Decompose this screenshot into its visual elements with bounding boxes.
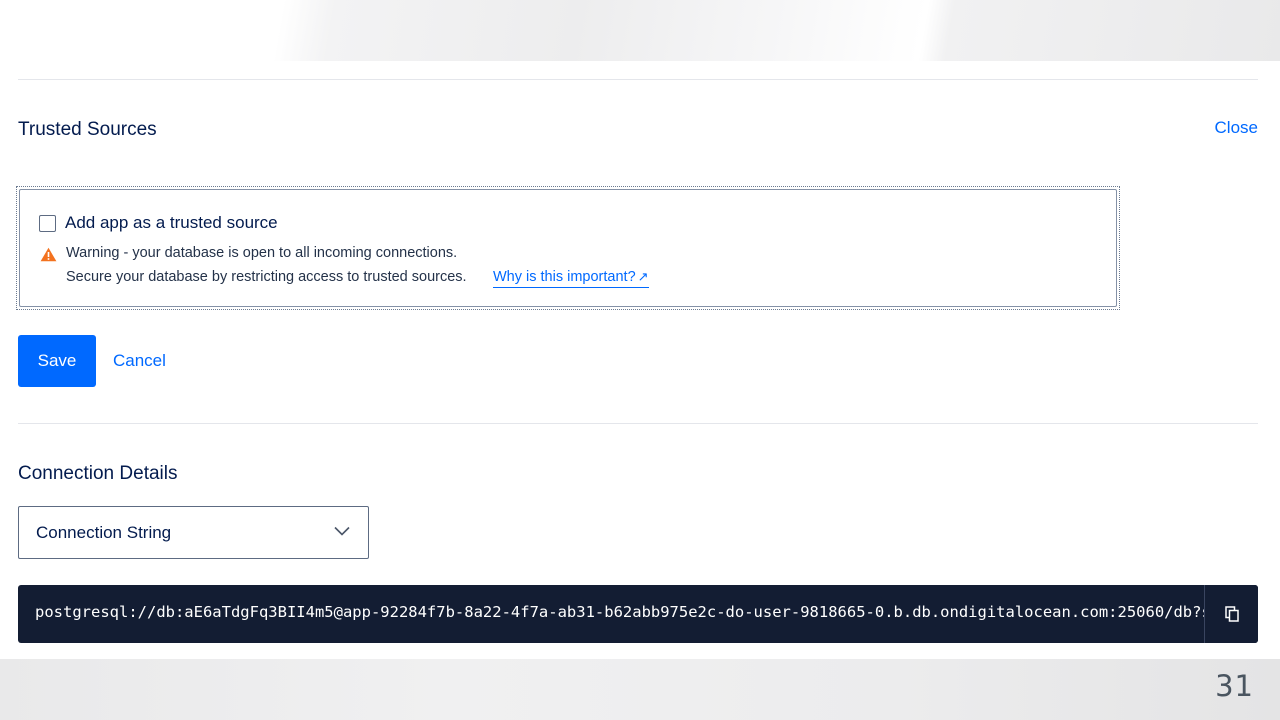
warning-message-line2: Secure your database by restricting acce… xyxy=(66,269,467,285)
bottom-band xyxy=(0,659,1280,720)
slide-page-number: 31 xyxy=(1215,669,1254,703)
warning-icon xyxy=(40,247,57,262)
external-link-icon: ↗ xyxy=(637,269,649,284)
why-important-link[interactable]: Why is this important? ↗ xyxy=(493,269,649,288)
save-button[interactable]: Save xyxy=(18,335,96,387)
copy-button[interactable] xyxy=(1204,585,1258,643)
warning-message-line1: Warning - your database is open to all i… xyxy=(66,245,458,261)
page: Trusted Sources Close Add app as a trust… xyxy=(0,0,1280,720)
trusted-sources-panel-inner: Add app as a trusted source Warning - yo… xyxy=(19,189,1117,307)
why-important-link-label: Why is this important? xyxy=(493,269,636,285)
middle-divider xyxy=(18,423,1258,424)
connection-format-select-value: Connection String xyxy=(36,523,172,542)
chevron-down-icon xyxy=(334,526,350,536)
copy-icon xyxy=(1225,606,1239,622)
connection-details-title: Connection Details xyxy=(18,463,178,484)
trusted-source-checkbox-label[interactable]: Add app as a trusted source xyxy=(65,213,278,233)
top-band xyxy=(0,0,1280,61)
trusted-sources-panel: Add app as a trusted source Warning - yo… xyxy=(16,186,1120,310)
connection-format-select[interactable]: Connection String xyxy=(18,506,369,559)
cancel-button[interactable]: Cancel xyxy=(113,351,166,371)
close-link[interactable]: Close xyxy=(1215,118,1258,138)
trusted-source-checkbox[interactable] xyxy=(39,215,56,232)
trusted-sources-title: Trusted Sources xyxy=(18,119,157,140)
connection-string[interactable]: postgresql://db:aE6aTdgFq3BII4m5@app-922… xyxy=(35,603,1205,621)
top-divider xyxy=(18,79,1258,80)
connection-string-box: postgresql://db:aE6aTdgFq3BII4m5@app-922… xyxy=(18,585,1258,643)
